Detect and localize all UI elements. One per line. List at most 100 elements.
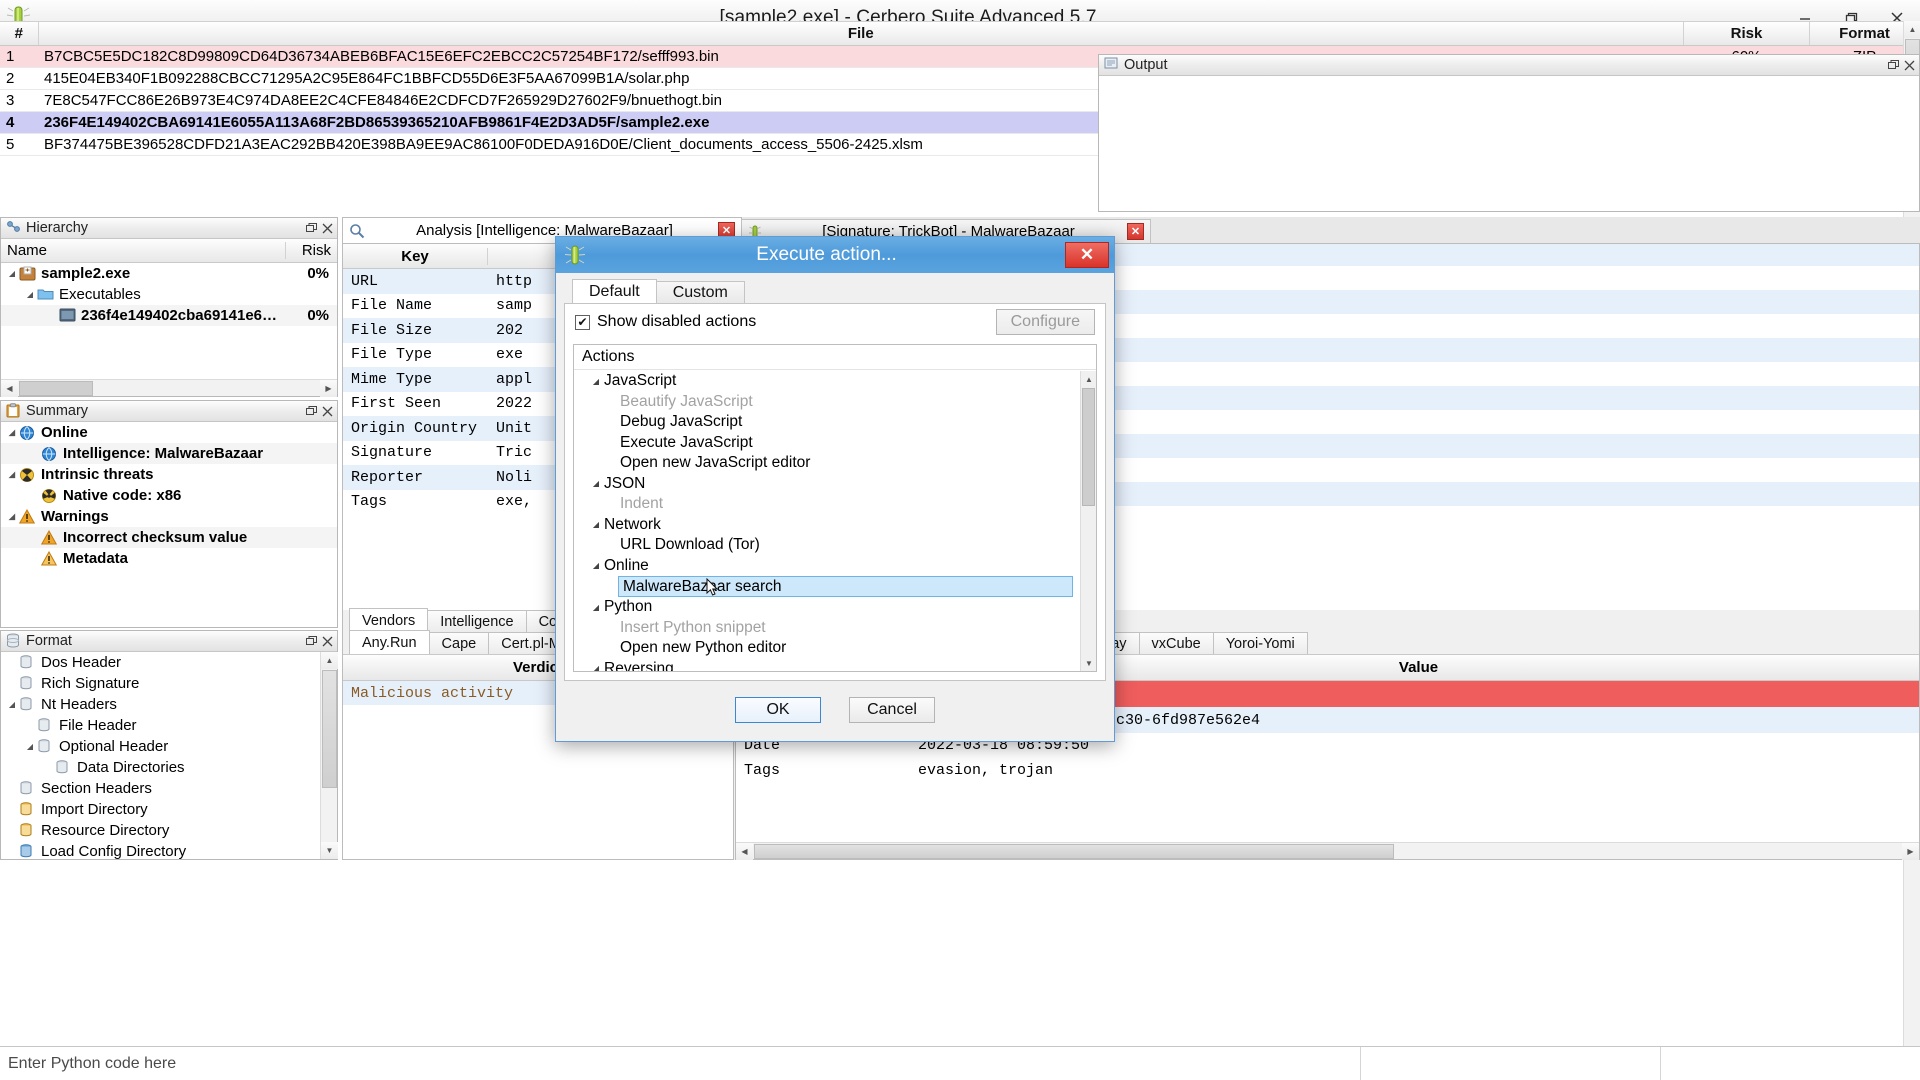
summary-float-button[interactable] — [304, 404, 318, 418]
action-malwarebazaar-search[interactable]: MalwareBazaar search — [618, 576, 1073, 597]
action-group-reversing[interactable]: ◢ Reversing — [574, 659, 1080, 672]
summary-node-warnings[interactable]: ◢ Warnings — [1, 506, 337, 527]
action-insert-python-snippet[interactable]: Insert Python snippet — [574, 618, 1080, 639]
action-group-online[interactable]: ◢ Online — [574, 556, 1080, 577]
expand-collapse-icon[interactable]: ◢ — [588, 377, 604, 386]
analysis-col-key[interactable]: Key — [343, 248, 488, 265]
action-open-new-python-editor[interactable]: Open new Python editor — [574, 638, 1080, 659]
expand-collapse-icon[interactable]: ◢ — [23, 290, 37, 299]
roots-col-risk[interactable]: Risk — [1684, 22, 1810, 45]
expand-collapse-icon[interactable]: ◢ — [5, 269, 19, 278]
hierarchy-node-sample2[interactable]: ◢ sample2.exe 0% — [1, 263, 337, 284]
format-node-optional-header[interactable]: ◢ Optional Header — [1, 736, 320, 757]
hierarchy-float-button[interactable] — [304, 221, 318, 235]
tab-anyrun[interactable]: Any.Run — [349, 630, 430, 654]
tab-vxcube[interactable]: vxCube — [1139, 632, 1214, 654]
expand-collapse-icon[interactable]: ◢ — [588, 664, 604, 671]
format-close-button[interactable] — [320, 634, 334, 648]
expand-collapse-icon[interactable]: ◢ — [23, 742, 37, 751]
expand-collapse-icon[interactable]: ◢ — [5, 512, 19, 521]
scroll-up-icon[interactable]: ▲ — [1081, 371, 1097, 387]
tab-custom[interactable]: Custom — [656, 281, 745, 303]
tab-vendors[interactable]: Vendors — [349, 608, 428, 632]
output-close-button[interactable] — [1902, 58, 1916, 72]
action-group-network[interactable]: ◢ Network — [574, 515, 1080, 536]
format-node-section-headers[interactable]: Section Headers — [1, 778, 320, 799]
summary-node-online[interactable]: ◢ Online — [1, 422, 337, 443]
action-group-python[interactable]: ◢ Python — [574, 597, 1080, 618]
roots-col-num[interactable]: # — [0, 22, 38, 45]
hierarchy-close-button[interactable] — [320, 221, 334, 235]
expand-collapse-icon[interactable]: ◢ — [588, 561, 604, 570]
summary-node-intrinsic-threats[interactable]: ◢ Intrinsic threats — [1, 464, 337, 485]
summary-tree[interactable]: ◢ Online Intelligence: MalwareBazaar ◢ I… — [1, 422, 337, 627]
cancel-button[interactable]: Cancel — [849, 697, 935, 723]
action-url-download-tor[interactable]: URL Download (Tor) — [574, 535, 1080, 556]
expand-collapse-icon[interactable]: ◢ — [5, 700, 19, 709]
tab-yoroi-yomi[interactable]: Yoroi-Yomi — [1213, 632, 1308, 654]
actions-listbox[interactable]: Actions ◢ JavaScript Beautify JavaScript… — [573, 344, 1097, 672]
format-vscrollbar[interactable]: ▲ ▼ — [320, 652, 337, 859]
output-float-button[interactable] — [1886, 58, 1900, 72]
scroll-right-icon[interactable]: ▶ — [320, 380, 337, 397]
expand-collapse-icon[interactable]: ◢ — [5, 470, 19, 479]
scroll-down-icon[interactable]: ▼ — [1081, 655, 1097, 671]
scroll-up-icon[interactable]: ▲ — [321, 652, 338, 669]
ok-button[interactable]: OK — [735, 697, 821, 723]
format-scroll-thumb[interactable] — [322, 670, 337, 788]
format-node-file-header[interactable]: File Header — [1, 715, 320, 736]
format-node-nt-headers[interactable]: ◢ Nt Headers — [1, 694, 320, 715]
signature-hscrollbar[interactable]: ◀ ▶ — [736, 842, 1919, 859]
format-node-import-directory[interactable]: Import Directory — [1, 799, 320, 820]
summary-node-metadata[interactable]: Metadata — [1, 548, 337, 569]
action-indent[interactable]: Indent — [574, 494, 1080, 515]
python-console-input[interactable]: Enter Python code here — [0, 1055, 1360, 1073]
tab-signature-close-icon[interactable]: ✕ — [1127, 223, 1144, 240]
summary-close-button[interactable] — [320, 404, 334, 418]
hierarchy-col-name[interactable]: Name — [1, 242, 285, 259]
actions-tree[interactable]: ◢ JavaScript Beautify JavaScript Debug J… — [574, 371, 1080, 671]
expand-collapse-icon[interactable]: ◢ — [588, 479, 604, 488]
summary-node-native-code[interactable]: Native code: x86 — [1, 485, 337, 506]
summary-node-intelligence[interactable]: Intelligence: MalwareBazaar — [1, 443, 337, 464]
hierarchy-hscrollbar[interactable]: ◀ ▶ — [1, 379, 337, 396]
hierarchy-scroll-thumb[interactable] — [19, 381, 93, 396]
show-disabled-checkbox[interactable]: ✔ — [575, 315, 590, 330]
hierarchy-tree[interactable]: ◢ sample2.exe 0% ◢ Executables — [1, 263, 337, 372]
expand-collapse-icon[interactable]: ◢ — [5, 428, 19, 437]
scroll-right-icon[interactable]: ▶ — [1902, 843, 1919, 860]
roots-col-file[interactable]: File — [38, 22, 1684, 45]
expand-collapse-icon[interactable]: ◢ — [588, 603, 604, 612]
dialog-close-button[interactable]: ✕ — [1065, 242, 1109, 268]
tab-default[interactable]: Default — [572, 279, 657, 303]
summary-node-incorrect-checksum[interactable]: Incorrect checksum value — [1, 527, 337, 548]
scroll-left-icon[interactable]: ◀ — [736, 843, 753, 860]
scroll-left-icon[interactable]: ◀ — [1, 380, 18, 397]
format-node-data-directories[interactable]: Data Directories — [1, 757, 320, 778]
hierarchy-col-risk[interactable]: Risk — [285, 242, 337, 259]
scroll-down-icon[interactable]: ▼ — [321, 842, 338, 859]
action-beautify-javascript[interactable]: Beautify JavaScript — [574, 392, 1080, 413]
signature-scroll-thumb[interactable] — [754, 844, 1394, 859]
tab-intelligence[interactable]: Intelligence — [427, 610, 526, 632]
hierarchy-node-sample-hash[interactable]: 236f4e149402cba69141e6055... 0% — [1, 305, 337, 326]
format-node-resource-directory[interactable]: Resource Directory — [1, 820, 320, 841]
output-content[interactable] — [1099, 76, 1919, 211]
action-group-javascript[interactable]: ◢ JavaScript — [574, 371, 1080, 392]
scroll-up-icon[interactable]: ▲ — [1904, 21, 1920, 38]
format-float-button[interactable] — [304, 634, 318, 648]
expand-collapse-icon[interactable]: ◢ — [588, 520, 604, 529]
actions-scroll-thumb[interactable] — [1082, 388, 1095, 506]
format-node-rich-signature[interactable]: Rich Signature — [1, 673, 320, 694]
action-debug-javascript[interactable]: Debug JavaScript — [574, 412, 1080, 433]
format-node-dos-header[interactable]: Dos Header — [1, 652, 320, 673]
hierarchy-node-executables[interactable]: ◢ Executables — [1, 284, 337, 305]
tab-cape[interactable]: Cape — [429, 632, 490, 654]
table-row[interactable]: Tags evasion, trojan — [736, 758, 1919, 783]
configure-button[interactable]: Configure — [996, 309, 1095, 335]
actions-vscrollbar[interactable]: ▲ ▼ — [1080, 371, 1096, 671]
format-node-load-config-directory[interactable]: Load Config Directory — [1, 841, 320, 859]
action-open-new-javascript-editor[interactable]: Open new JavaScript editor — [574, 453, 1080, 474]
action-group-json[interactable]: ◢ JSON — [574, 474, 1080, 495]
format-tree[interactable]: Dos Header Rich Signature ◢ Nt Headers F… — [1, 652, 320, 859]
